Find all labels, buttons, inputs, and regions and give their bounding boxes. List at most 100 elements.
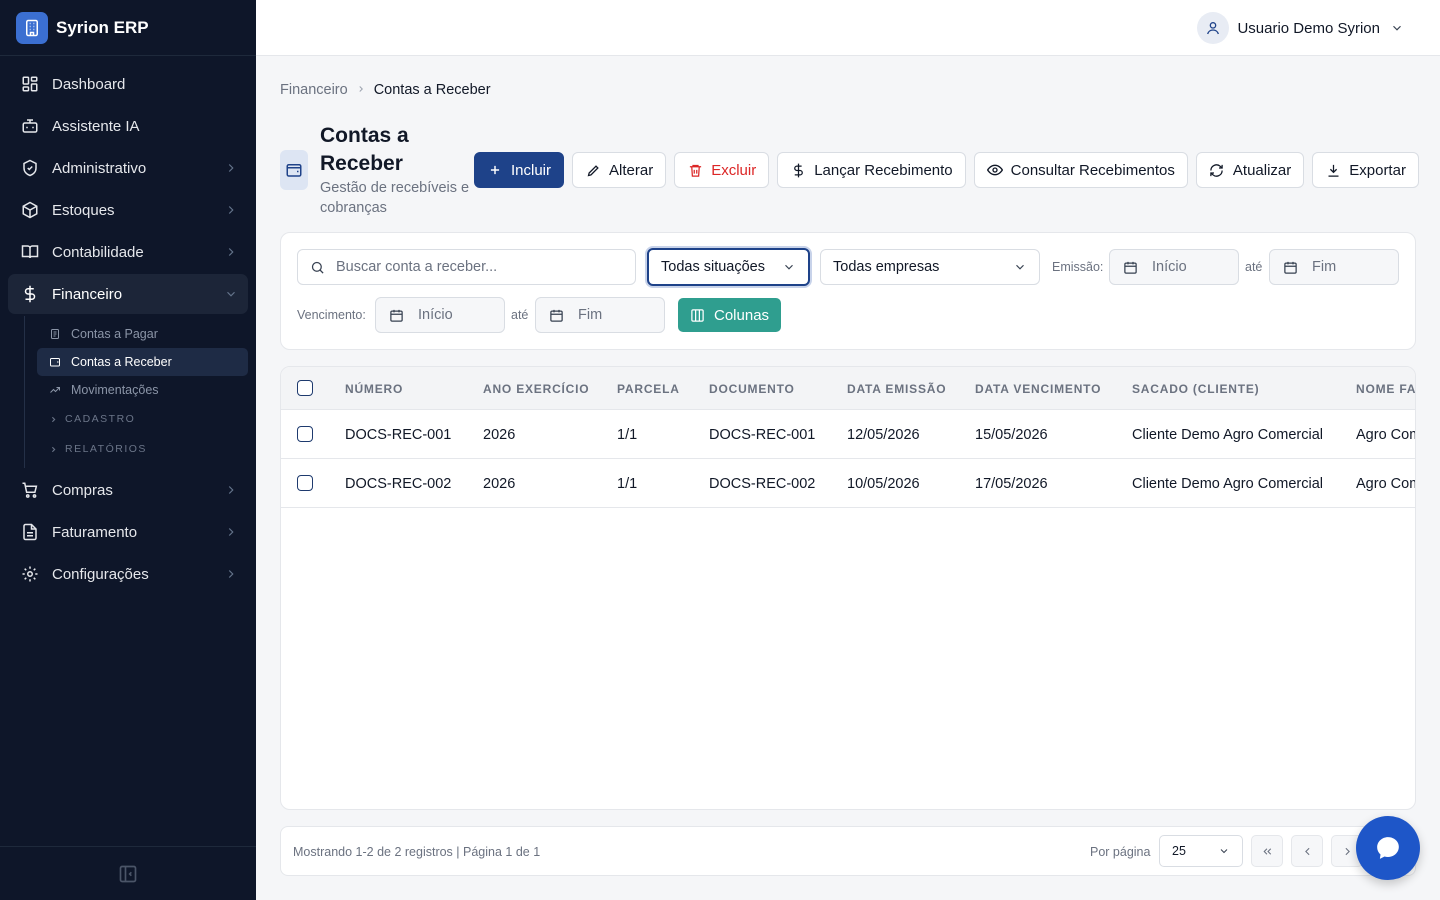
sidebar-item-configuracoes[interactable]: Configurações — [8, 554, 248, 594]
book-open-icon — [20, 242, 40, 262]
sidebar-item-assistente-ia[interactable]: Assistente IA — [8, 106, 248, 146]
main-content: Financeiro Contas a Receber Contas a Rec… — [280, 56, 1419, 218]
sidebar-subitem-contas-a-pagar[interactable]: Contas a Pagar — [37, 320, 248, 348]
calendar-icon — [549, 307, 565, 323]
package-icon — [20, 200, 40, 220]
column-header[interactable]: NOME FANTASIA — [1356, 367, 1415, 410]
table-row[interactable]: DOCS-REC-002 2026 1/1 DOCS-REC-002 10/05… — [281, 459, 1415, 508]
sidebar-item-label: Faturamento — [52, 523, 138, 541]
cell-ano-exercicio: 2026 — [483, 426, 516, 443]
pagination-info: Mostrando 1-2 de 2 registros | Página 1 … — [293, 845, 541, 859]
sidebar-item-label: Financeiro — [52, 285, 123, 303]
emissao-start-date[interactable]: Início — [1109, 249, 1239, 285]
sidebar-subitem-movimentacoes[interactable]: Movimentações — [37, 376, 248, 404]
prev-page-button[interactable] — [1291, 835, 1323, 867]
per-page-select[interactable]: 25 — [1159, 835, 1243, 867]
atualizar-button[interactable]: Atualizar — [1195, 152, 1305, 188]
cell-sacado: Cliente Demo Agro Comercial — [1132, 426, 1323, 443]
status-value: Todas situações — [661, 259, 765, 275]
row-checkbox[interactable] — [297, 475, 313, 491]
cell-documento: DOCS-REC-002 — [709, 475, 816, 492]
sidebar-section-relatorios[interactable]: RELATÓRIOS — [37, 434, 248, 464]
emissao-end-date[interactable]: Fim — [1269, 249, 1399, 285]
lancar-recebimento-button[interactable]: Lançar Recebimento — [777, 152, 966, 188]
exportar-button[interactable]: Exportar — [1312, 152, 1419, 188]
column-header[interactable]: DOCUMENTO — [709, 367, 795, 410]
date-placeholder: Início — [1152, 259, 1187, 275]
sidebar-section-label: RELATÓRIOS — [65, 443, 147, 455]
sidebar-section-cadastro[interactable]: CADASTRO — [37, 404, 248, 434]
sidebar-item-label: Administrativo — [52, 159, 147, 177]
calendar-icon — [1123, 259, 1139, 275]
column-header[interactable]: DATA EMISSÃO — [847, 367, 946, 410]
lancar-recebimento-label: Lançar Recebimento — [814, 161, 953, 179]
sidebar-item-contabilidade[interactable]: Contabilidade — [8, 232, 248, 272]
alterar-button[interactable]: Alterar — [572, 152, 667, 188]
sidebar-item-estoques[interactable]: Estoques — [8, 190, 248, 230]
user-icon — [1197, 12, 1230, 44]
column-header[interactable]: NÚMERO — [345, 367, 403, 410]
eye-icon — [986, 162, 1003, 178]
colunas-button[interactable]: Colunas — [678, 298, 782, 332]
excluir-button[interactable]: Excluir — [674, 152, 770, 188]
bot-icon — [20, 116, 40, 136]
plus-icon — [487, 162, 503, 178]
chevron-down-icon — [1393, 25, 1401, 31]
user-menu[interactable]: Usuario Demo Syrion — [1197, 12, 1404, 44]
chevron-down-icon — [1016, 264, 1024, 270]
search-input[interactable]: Buscar conta a receber... — [297, 249, 636, 285]
brand[interactable]: Syrion ERP — [0, 0, 256, 56]
sidebar-item-dashboard[interactable]: Dashboard — [8, 64, 248, 104]
chevron-right-icon — [228, 486, 234, 494]
chevron-right-icon — [228, 570, 234, 578]
per-page-value: 25 — [1172, 844, 1186, 858]
chevron-right-icon — [228, 248, 234, 256]
column-header[interactable]: DATA VENCIMENTO — [975, 367, 1101, 410]
sidebar-subitem-contas-a-receber[interactable]: Contas a Receber — [37, 348, 248, 376]
column-header[interactable]: SACADO (CLIENTE) — [1132, 367, 1259, 410]
column-header[interactable]: PARCELA — [617, 367, 680, 410]
vencimento-start-date[interactable]: Início — [375, 297, 505, 333]
dollar-sign-icon — [20, 284, 40, 304]
sidebar-item-label: Contabilidade — [52, 243, 144, 261]
row-checkbox[interactable] — [297, 426, 313, 442]
sidebar-section-label: CADASTRO — [65, 413, 136, 425]
chevron-down-icon — [227, 291, 235, 297]
incluir-button[interactable]: Incluir — [474, 152, 565, 188]
chat-button[interactable] — [1356, 816, 1420, 880]
select-all-checkbox[interactable] — [297, 380, 313, 396]
user-name: Usuario Demo Syrion — [1237, 19, 1380, 37]
cell-parcela: 1/1 — [617, 426, 638, 443]
sidebar-item-faturamento[interactable]: Faturamento — [8, 512, 248, 552]
chevrons-left-icon — [1262, 847, 1271, 855]
wallet-icon — [280, 150, 308, 190]
cell-data-vencimento: 17/05/2026 — [975, 475, 1048, 492]
sidebar: Syrion ERP Dashboard Assistente IA Admin… — [0, 0, 256, 900]
status-select[interactable]: Todas situações — [647, 248, 810, 286]
vencimento-end-date[interactable]: Fim — [535, 297, 665, 333]
breadcrumb-parent[interactable]: Financeiro — [280, 82, 348, 98]
sidebar-subitem-label: Contas a Receber — [71, 355, 172, 369]
shopping-cart-icon — [20, 480, 40, 500]
collapse-sidebar-button[interactable] — [0, 846, 256, 900]
consultar-recebimentos-button[interactable]: Consultar Recebimentos — [973, 152, 1188, 188]
company-select[interactable]: Todas empresas — [820, 249, 1040, 285]
emissao-label: Emissão: — [1052, 260, 1104, 274]
chevron-right-icon — [356, 83, 366, 97]
sidebar-item-compras[interactable]: Compras — [8, 470, 248, 510]
filters-panel: Buscar conta a receber... Todas situaçõe… — [280, 232, 1416, 350]
cell-numero: DOCS-REC-002 — [345, 475, 452, 492]
first-page-button[interactable] — [1251, 835, 1283, 867]
cell-parcela: 1/1 — [617, 475, 638, 492]
column-header[interactable]: ANO EXERCÍCIO — [483, 367, 589, 410]
chevron-right-icon — [49, 414, 59, 424]
calendar-icon — [389, 307, 405, 323]
breadcrumb: Financeiro Contas a Receber — [280, 80, 1416, 100]
incluir-label: Incluir — [511, 161, 552, 179]
sidebar-item-financeiro[interactable]: Financeiro — [8, 274, 248, 314]
data-table: NÚMERO ANO EXERCÍCIO PARCELA DOCUMENTO D… — [280, 366, 1416, 810]
table-row[interactable]: DOCS-REC-001 2026 1/1 DOCS-REC-001 12/05… — [281, 410, 1415, 459]
trash-icon — [687, 162, 703, 178]
sidebar-subitem-label: Contas a Pagar — [71, 327, 158, 341]
sidebar-item-administrativo[interactable]: Administrativo — [8, 148, 248, 188]
